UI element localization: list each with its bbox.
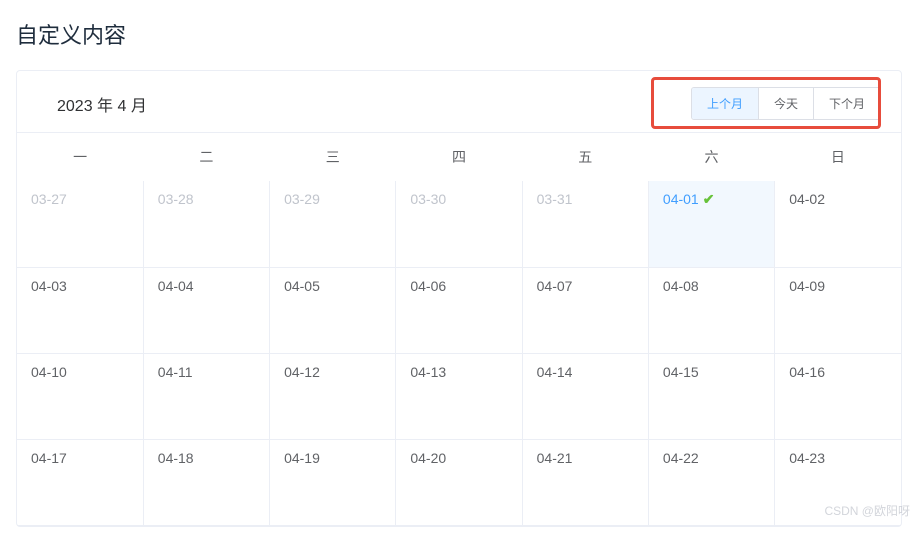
calendar-cell[interactable]: 04-11: [143, 353, 269, 439]
day-label: 04-05: [284, 278, 320, 294]
calendar-cell[interactable]: 04-04: [143, 267, 269, 353]
day-label: 03-30: [410, 191, 446, 207]
calendar-cell[interactable]: 03-29: [270, 181, 396, 267]
check-icon: ✔: [703, 191, 715, 207]
day-label: 04-10: [31, 364, 67, 380]
day-label: 04-16: [789, 364, 825, 380]
day-label: 04-13: [410, 364, 446, 380]
calendar-cell[interactable]: 04-17: [17, 439, 143, 525]
calendar-date-title: 2023 年 4 月: [57, 92, 147, 116]
calendar-cell[interactable]: 04-09: [775, 267, 901, 353]
day-label: 04-02: [789, 191, 825, 207]
calendar-header: 2023 年 4 月 上个月 今天 下个月: [17, 87, 901, 133]
calendar-cell[interactable]: 04-06: [396, 267, 522, 353]
day-label: 04-03: [31, 278, 67, 294]
calendar-cell[interactable]: 04-01✔: [648, 181, 774, 267]
day-label: 04-08: [663, 278, 699, 294]
weekday-header-row: 一二三四五六日: [17, 133, 901, 181]
day-label: 04-14: [537, 364, 573, 380]
calendar-cell[interactable]: 04-07: [522, 267, 648, 353]
day-label: 04-19: [284, 450, 320, 466]
day-label: 04-22: [663, 450, 699, 466]
calendar-cell[interactable]: 04-22: [648, 439, 774, 525]
weekday-header: 一: [17, 133, 143, 181]
weekday-header: 三: [270, 133, 396, 181]
day-label: 04-09: [789, 278, 825, 294]
today-button[interactable]: 今天: [759, 88, 814, 119]
calendar-cell[interactable]: 04-20: [396, 439, 522, 525]
calendar-cell[interactable]: 04-13: [396, 353, 522, 439]
day-label: 04-11: [158, 364, 193, 380]
calendar-cell[interactable]: 04-16: [775, 353, 901, 439]
day-label: 04-07: [537, 278, 573, 294]
weekday-header: 二: [143, 133, 269, 181]
calendar-row: 04-10 04-11 04-12 04-13 04-14 04-15 04-16: [17, 353, 901, 439]
calendar-cell[interactable]: 04-19: [270, 439, 396, 525]
day-label: 04-04: [158, 278, 194, 294]
weekday-header: 六: [648, 133, 774, 181]
day-label: 03-31: [537, 191, 573, 207]
day-label: 04-15: [663, 364, 699, 380]
day-label: 03-29: [284, 191, 320, 207]
calendar-cell[interactable]: 04-23: [775, 439, 901, 525]
calendar-cell[interactable]: 04-12: [270, 353, 396, 439]
page-title: 自定义内容: [16, 18, 902, 50]
calendar-cell[interactable]: 04-03: [17, 267, 143, 353]
day-label: 04-20: [410, 450, 446, 466]
calendar-body: 03-27 03-28 03-29 03-30 03-31 04-01✔ 04-02 04-0…: [17, 181, 901, 525]
calendar-cell[interactable]: 03-31: [522, 181, 648, 267]
weekday-header: 五: [522, 133, 648, 181]
prev-month-button[interactable]: 上个月: [692, 88, 759, 119]
weekday-header: 日: [775, 133, 901, 181]
weekday-header: 四: [396, 133, 522, 181]
nav-button-group: 上个月 今天 下个月: [691, 87, 881, 120]
calendar-cell[interactable]: 04-18: [143, 439, 269, 525]
calendar-cell[interactable]: 04-21: [522, 439, 648, 525]
day-label: 04-17: [31, 450, 67, 466]
day-label: 04-18: [158, 450, 194, 466]
calendar-cell[interactable]: 03-28: [143, 181, 269, 267]
calendar-cell[interactable]: 04-10: [17, 353, 143, 439]
day-label: 04-12: [284, 364, 320, 380]
day-label: 03-27: [31, 191, 67, 207]
day-label: 04-06: [410, 278, 446, 294]
calendar-cell[interactable]: 03-30: [396, 181, 522, 267]
calendar-cell[interactable]: 04-02: [775, 181, 901, 267]
calendar-cell[interactable]: 04-05: [270, 267, 396, 353]
calendar-row: 04-03 04-04 04-05 04-06 04-07 04-08 04-09: [17, 267, 901, 353]
calendar-card: 2023 年 4 月 上个月 今天 下个月 一二三四五六日 03-27 03-28…: [16, 70, 902, 527]
day-label: 04-21: [537, 450, 573, 466]
day-label: 04-01: [663, 191, 699, 207]
calendar-table: 一二三四五六日 03-2703-2803-2903-3003-3104-01✔0…: [17, 133, 901, 526]
calendar-cell[interactable]: 04-15: [648, 353, 774, 439]
day-label: 04-23: [789, 450, 825, 466]
calendar-cell[interactable]: 04-14: [522, 353, 648, 439]
next-month-button[interactable]: 下个月: [814, 88, 880, 119]
calendar-cell[interactable]: 03-27: [17, 181, 143, 267]
calendar-cell[interactable]: 04-08: [648, 267, 774, 353]
day-label: 03-28: [158, 191, 194, 207]
calendar-row: 04-17 04-18 04-19 04-20 04-21 04-22 04-23: [17, 439, 901, 525]
calendar-row: 03-27 03-28 03-29 03-30 03-31 04-01✔ 04-02: [17, 181, 901, 267]
